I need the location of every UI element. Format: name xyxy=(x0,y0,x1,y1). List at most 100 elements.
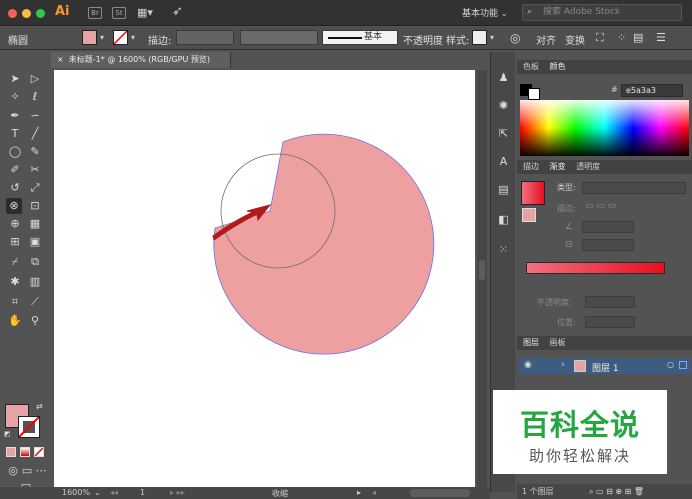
zoom-level[interactable]: 1600% xyxy=(62,488,90,497)
first-artboard-icon[interactable]: ◂◂ xyxy=(110,488,118,497)
tab-transparency[interactable]: 透明度 xyxy=(576,162,600,171)
transform-icon[interactable]: ⁙ xyxy=(496,242,511,257)
gradient-fill-icon[interactable] xyxy=(522,208,536,222)
horizontal-scroll-left-icon[interactable]: ◂ xyxy=(372,488,376,497)
hand-tool-icon[interactable]: ✋ xyxy=(7,313,23,329)
visibility-eye-icon[interactable]: ◉ xyxy=(524,360,532,370)
graphic-style-swatch[interactable] xyxy=(472,30,487,45)
isolate-object-icon[interactable]: ⛶ xyxy=(596,31,604,45)
gradient-type-select[interactable] xyxy=(582,182,686,194)
expand-layer-icon[interactable]: › xyxy=(561,360,565,370)
recolor-artwork-icon[interactable]: ◎ xyxy=(510,31,520,45)
eyedropper-tool-icon[interactable]: ⌿ xyxy=(7,254,23,270)
swap-colors-icon[interactable]: ⇄ xyxy=(36,402,43,411)
variable-width-profile[interactable] xyxy=(240,30,318,45)
pen-tool-icon[interactable]: ✒ xyxy=(7,108,23,124)
chevron-down-icon[interactable]: ▾ xyxy=(131,33,135,42)
stroke-swatch[interactable] xyxy=(113,30,128,45)
fill-swatch[interactable] xyxy=(82,30,97,45)
align-button[interactable]: 对齐 xyxy=(536,32,556,47)
free-transform-tool-icon[interactable]: ⊡ xyxy=(27,198,43,214)
vertical-scrollbar-thumb[interactable] xyxy=(479,260,485,280)
chevron-down-icon[interactable]: ⌄ xyxy=(94,488,101,497)
gradient-thumbnail[interactable] xyxy=(521,181,545,205)
chevron-down-icon[interactable]: ▾ xyxy=(100,33,104,42)
zoom-window-button[interactable] xyxy=(36,9,45,18)
column-graph-tool-icon[interactable]: ▥ xyxy=(27,274,43,290)
symbol-sprayer-tool-icon[interactable]: ✱ xyxy=(7,274,23,290)
stroke-gradient-options-icon[interactable]: ▭ ▭ ▭ xyxy=(585,201,616,211)
artboard-number[interactable]: 1 xyxy=(140,488,145,497)
tab-swatches[interactable]: 色板 xyxy=(523,62,539,71)
selection-tool-icon[interactable]: ➤ xyxy=(7,71,23,87)
minimize-window-button[interactable] xyxy=(22,9,31,18)
gradient-slider[interactable] xyxy=(526,262,665,274)
bridge-icon[interactable]: Br xyxy=(88,7,102,19)
stroke-preview-swatch[interactable] xyxy=(528,88,540,100)
tab-layers[interactable]: 图层 xyxy=(523,338,539,347)
next-artboard-icon[interactable]: ▸ ▸▸ xyxy=(170,488,185,497)
gradient-mode-icon[interactable] xyxy=(20,447,30,457)
direct-selection-tool-icon[interactable]: ▷ xyxy=(27,71,43,87)
default-colors-icon[interactable]: ◩ xyxy=(4,430,11,438)
gradient-aspect-field[interactable] xyxy=(582,239,634,251)
document-tab[interactable]: × 未标题-1* @ 1600% (RGB/GPU 预览) xyxy=(51,52,231,68)
appearance-icon[interactable]: ✺ xyxy=(496,98,511,113)
hex-color-input[interactable]: e5a3a3 xyxy=(621,84,683,97)
pathfinder-icon[interactable]: ◧ xyxy=(496,212,511,227)
opacity-label[interactable]: 不透明度 xyxy=(403,32,443,47)
align-icon[interactable]: ▤ xyxy=(496,182,511,197)
type-tool-icon[interactable]: T xyxy=(7,126,23,142)
status-menu-icon[interactable]: ▸ xyxy=(357,488,361,497)
arrange-documents-icon[interactable]: ▦▾ xyxy=(137,6,153,19)
select-similar-icon[interactable]: ⁘ xyxy=(617,31,626,44)
paintbrush-tool-icon[interactable]: ✎ xyxy=(27,144,43,160)
character-icon[interactable]: A xyxy=(496,154,511,169)
scissors-tool-icon[interactable]: ✂ xyxy=(27,162,43,178)
layer-name[interactable]: 图层 1 xyxy=(592,361,619,374)
artboard-tool-icon[interactable]: ⌗ xyxy=(7,294,23,310)
shape-builder-tool-icon[interactable]: ⊕ xyxy=(7,216,23,232)
export-icon[interactable]: ⇱ xyxy=(496,126,511,141)
none-mode-icon[interactable] xyxy=(34,447,44,457)
tab-gradient[interactable]: 渐变 xyxy=(550,162,566,171)
stroke-color-box[interactable] xyxy=(18,416,40,438)
more-tools-icon[interactable]: ⋯ xyxy=(33,463,49,479)
width-tool-icon[interactable]: ⊗ xyxy=(6,198,22,214)
lasso-tool-icon[interactable]: ℓ xyxy=(27,89,43,105)
gradient-angle-field[interactable] xyxy=(582,221,634,233)
layer-actions-icons[interactable]: ⌕ ▭ ⊟ ⊕ ⊞ 🗑 xyxy=(589,484,644,499)
gradient-position-field[interactable] xyxy=(585,316,635,328)
blend-tool-icon[interactable]: ⧉ xyxy=(27,254,43,270)
tab-stroke[interactable]: 描边 xyxy=(523,162,539,171)
stock-search-input[interactable]: ⌕ 搜索 Adobe Stock xyxy=(522,4,682,21)
selection-indicator[interactable] xyxy=(679,361,687,369)
curvature-tool-icon[interactable]: ∽ xyxy=(27,108,43,124)
properties-icon[interactable]: ♟ xyxy=(496,70,511,85)
close-window-button[interactable] xyxy=(8,9,17,18)
stroke-weight-field[interactable] xyxy=(176,30,234,45)
slice-tool-icon[interactable]: ⟋ xyxy=(27,294,43,310)
target-icon[interactable]: ○ xyxy=(667,360,674,369)
scale-tool-icon[interactable]: ⤢ xyxy=(27,180,43,196)
tab-artboards[interactable]: 画板 xyxy=(550,338,566,347)
panel-menu-icon[interactable]: ▤ xyxy=(633,31,643,44)
chevron-down-icon[interactable]: ▾ xyxy=(490,33,494,42)
ellipse-tool-icon[interactable]: ◯ xyxy=(7,144,23,160)
workspace-switcher[interactable]: 基本功能 ⌄ xyxy=(462,6,508,19)
mesh-tool-icon[interactable]: ⊞ xyxy=(7,234,23,250)
stock-icon[interactable]: St xyxy=(112,7,126,19)
perspective-grid-tool-icon[interactable]: ▦ xyxy=(27,216,43,232)
tab-color[interactable]: 颜色 xyxy=(550,62,566,71)
close-tab-icon[interactable]: × xyxy=(57,55,64,64)
color-mode-icon[interactable] xyxy=(6,447,16,457)
shaper-tool-icon[interactable]: ✐ xyxy=(7,162,23,178)
transform-button[interactable]: 变换 xyxy=(565,32,585,47)
horizontal-scrollbar[interactable] xyxy=(410,489,470,497)
gradient-opacity-field[interactable] xyxy=(585,296,635,308)
line-tool-icon[interactable]: ╱ xyxy=(27,126,43,142)
vertical-scrollbar-track[interactable] xyxy=(477,70,487,487)
gradient-tool-icon[interactable]: ▣ xyxy=(27,234,43,250)
brush-definition-select[interactable]: 基本 xyxy=(322,30,398,45)
gpu-rocket-icon[interactable]: ➶ xyxy=(172,4,183,19)
